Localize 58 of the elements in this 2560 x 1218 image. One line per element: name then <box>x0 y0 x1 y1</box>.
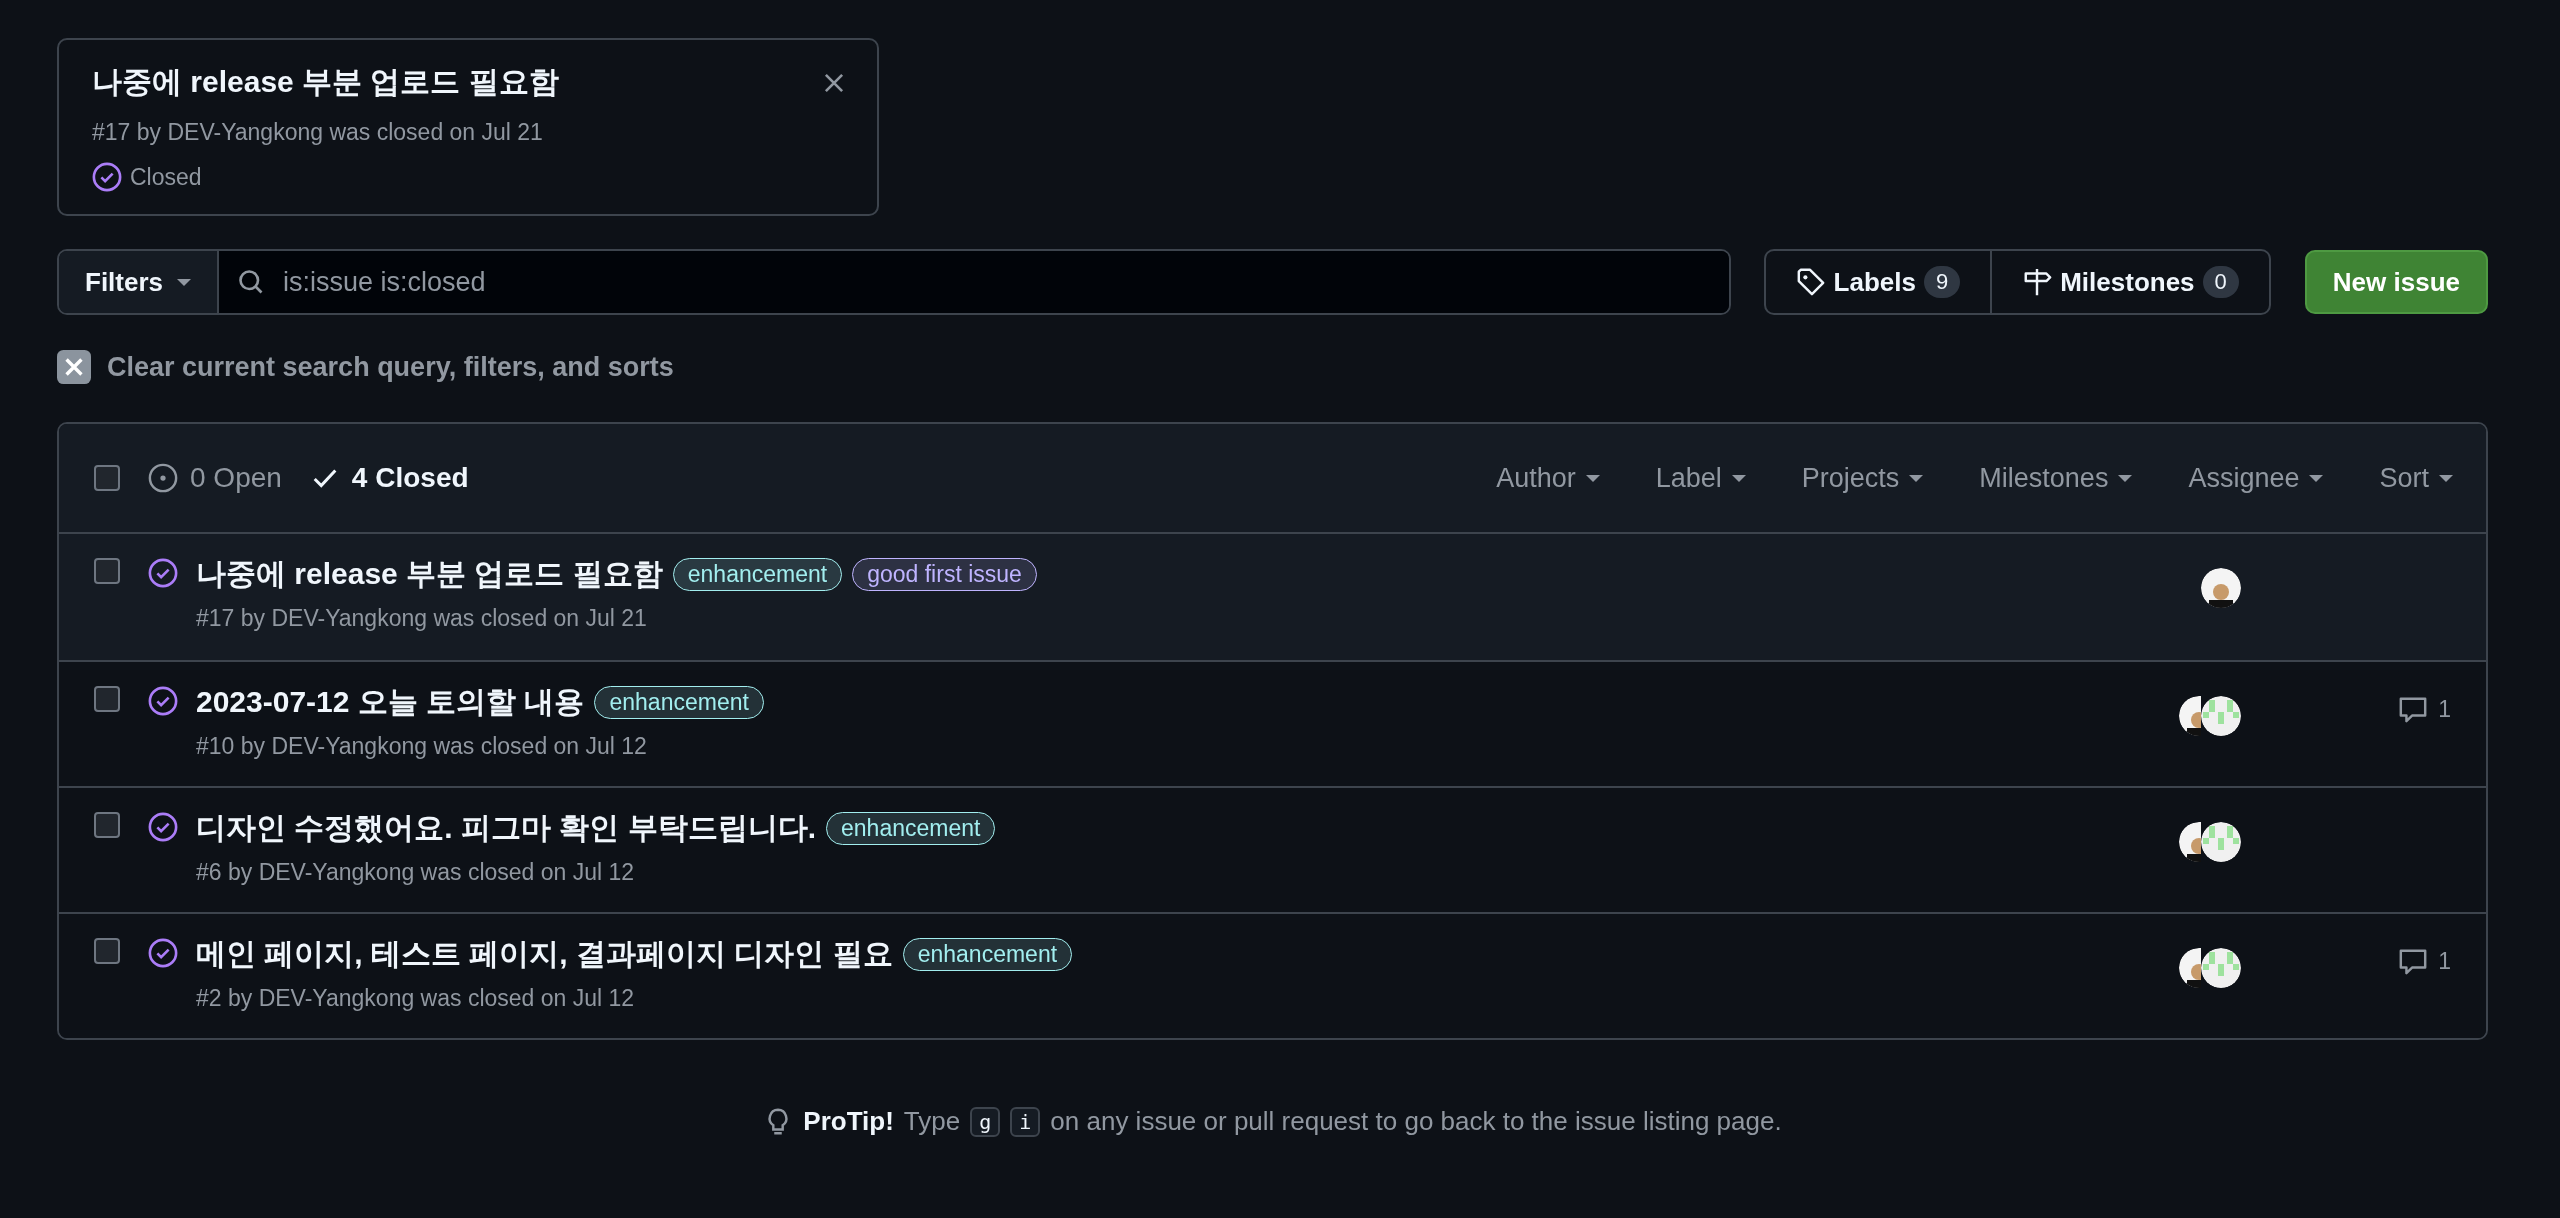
issue-title-link[interactable]: 2023-07-12 오늘 토의할 내용 <box>196 682 585 723</box>
tag-icon <box>1795 267 1826 297</box>
check-circle-icon <box>148 686 178 716</box>
signpost-icon <box>2022 267 2053 297</box>
issue-row[interactable]: 메인 페이지, 테스트 페이지, 결과페이지 디자인 필요 enhancement #2 by DEV-Yangkong was closed on Jul 12 1 <box>59 912 2486 1038</box>
issue-title-link[interactable]: 나중에 release 부분 업로드 필요함 <box>196 554 663 595</box>
check-circle-icon <box>148 812 178 842</box>
milestones-button[interactable]: Milestones 0 <box>1990 251 2269 313</box>
keyboard-key: g <box>970 1106 1001 1137</box>
filter-dropdown[interactable]: Assignee <box>2188 462 2324 494</box>
state-tab[interactable]: 4 Closed <box>309 462 469 494</box>
issue-label[interactable]: enhancement <box>672 558 843 591</box>
comment-icon <box>2398 946 2429 976</box>
issue-meta: #2 by DEV-Yangkong was closed on Jul 12 <box>196 985 636 1012</box>
clear-filters-link[interactable]: Clear current search query, filters, and sorts <box>107 351 674 383</box>
labels-button[interactable]: Labels 9 <box>1765 251 1991 313</box>
check-circle-icon <box>92 162 122 192</box>
issue-meta: #17 by DEV-Yangkong was closed on Jul 21 <box>92 119 544 146</box>
filter-dropdown[interactable]: Sort <box>2379 462 2453 494</box>
row-checkbox[interactable] <box>94 938 120 964</box>
issue-label[interactable]: enhancement <box>902 938 1073 971</box>
comment-icon <box>2398 694 2429 724</box>
check-circle-icon <box>148 938 178 968</box>
identicon-avatar[interactable] <box>2201 696 2241 736</box>
row-checkbox[interactable] <box>94 558 120 584</box>
issue-meta: #10 by DEV-Yangkong was closed on Jul 12 <box>196 733 648 760</box>
filter-dropdown[interactable]: Milestones <box>1979 462 2133 494</box>
issue-title: 나중에 release 부분 업로드 필요함 <box>92 64 559 100</box>
avatar[interactable] <box>2201 568 2241 608</box>
filter-dropdown[interactable]: Projects <box>1801 462 1924 494</box>
issue-title-link[interactable]: 디자인 수정했어요. 피그마 확인 부탁드립니다. <box>196 808 816 849</box>
open-issue-icon <box>148 463 178 493</box>
row-checkbox[interactable] <box>94 686 120 712</box>
status-label: Closed <box>130 163 202 191</box>
filters-button[interactable]: Filters <box>59 251 220 313</box>
keyboard-key: i <box>1010 1106 1041 1137</box>
issue-meta: #6 by DEV-Yangkong was closed on Jul 12 <box>196 859 636 886</box>
close-icon[interactable] <box>57 350 91 384</box>
issue-meta: #17 by DEV-Yangkong was closed on Jul 21 <box>196 605 648 632</box>
comment-count[interactable]: 1 <box>2438 947 2451 975</box>
select-all-checkbox[interactable] <box>94 465 120 491</box>
protip-text: Type <box>903 1106 961 1137</box>
issue-label[interactable]: enhancement <box>826 812 996 845</box>
issue-label[interactable]: good first issue <box>852 558 1037 591</box>
new-issue-button[interactable]: New issue <box>2304 250 2488 314</box>
issue-title-link[interactable]: 메인 페이지, 테스트 페이지, 결과페이지 디자인 필요 <box>196 934 893 975</box>
row-checkbox[interactable] <box>94 812 120 838</box>
filter-dropdown[interactable]: Label <box>1655 462 1746 494</box>
identicon-avatar[interactable] <box>2201 822 2241 862</box>
issue-row[interactable]: 나중에 release 부분 업로드 필요함 enhancement good first issue #17 by DEV-Yangkong was closed on Jul 21 <box>59 534 2486 660</box>
filter-dropdown[interactable]: Author <box>1496 462 1600 494</box>
identicon-avatar[interactable] <box>2201 948 2241 988</box>
check-circle-icon <box>148 558 178 588</box>
protip-text: on any issue or pull request to go back to the issue listing page. <box>1050 1106 1782 1137</box>
protip-title: ProTip! <box>803 1106 894 1137</box>
state-tab[interactable]: 0 Open <box>148 462 282 494</box>
issue-label[interactable]: enhancement <box>594 686 764 719</box>
comment-count[interactable]: 1 <box>2438 695 2451 723</box>
